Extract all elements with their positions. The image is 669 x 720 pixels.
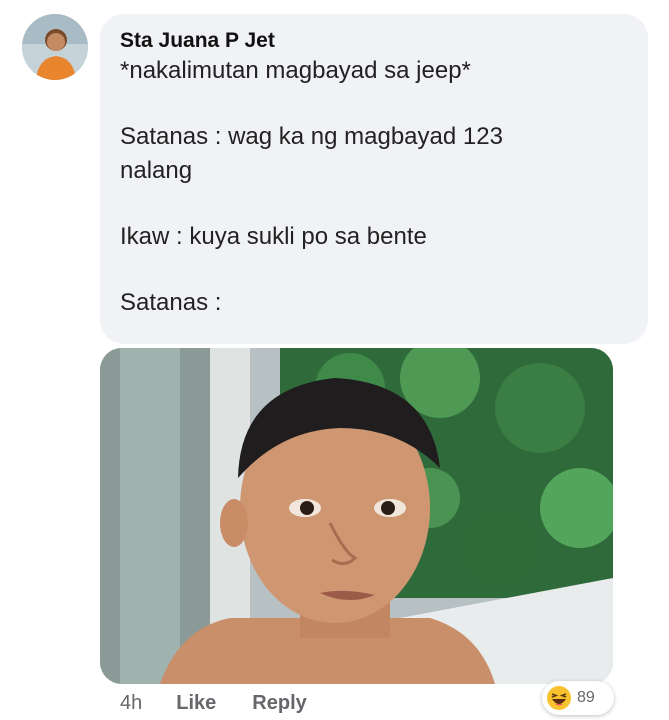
comment-line: Satanas : wag ka ng magbayad 123: [120, 123, 503, 150]
comment-blank-line: [120, 188, 628, 220]
like-button[interactable]: Like: [176, 692, 216, 715]
comment-author[interactable]: Sta Juana P Jet: [120, 28, 628, 54]
comment-line: *nakalimutan magbayad sa jeep*: [120, 57, 471, 84]
reaction-count: 89: [577, 689, 595, 706]
reactions-pill[interactable]: 89: [542, 681, 614, 715]
comment-bubble: Sta Juana P Jet *nakalimutan magbayad sa…: [100, 14, 648, 344]
haha-emoji-icon: [547, 686, 571, 710]
comment-line: nalang: [120, 157, 193, 184]
comment-blank-line: [120, 88, 628, 120]
avatar-image: [22, 14, 88, 80]
comment-timestamp[interactable]: 4h: [120, 692, 142, 715]
comment-actions: 4h Like Reply: [100, 688, 307, 718]
comment-blank-line: [120, 254, 628, 286]
comment-line: Ikaw : kuya sukli po sa bente: [120, 223, 427, 250]
comment-line: Satanas :: [120, 289, 222, 316]
photo-image: [100, 348, 613, 684]
comment-attachment-photo[interactable]: [100, 348, 613, 684]
reply-button[interactable]: Reply: [252, 692, 306, 715]
avatar[interactable]: [22, 14, 88, 80]
